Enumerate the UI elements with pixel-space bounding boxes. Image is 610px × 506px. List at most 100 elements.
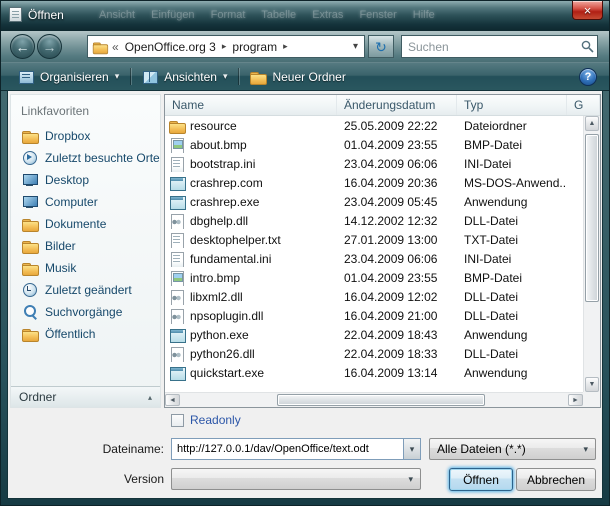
new-folder-button[interactable]: Neuer Ordner (241, 65, 354, 88)
filename-dropdown-button[interactable]: ▾ (403, 439, 420, 459)
horizontal-scrollbar[interactable]: ◄ ► (165, 392, 583, 407)
breadcrumb-arrow-icon[interactable]: ▸ (222, 41, 227, 52)
sidebar-item[interactable]: Dropbox (11, 125, 160, 147)
vertical-scroll-thumb[interactable] (585, 134, 599, 302)
vertical-scrollbar[interactable]: ▲ ▼ (583, 116, 600, 392)
sidebar-item[interactable]: Bilder (11, 235, 160, 257)
file-type: DLL-Datei (457, 347, 567, 361)
scroll-down-button[interactable]: ▼ (585, 377, 599, 392)
file-row[interactable]: intro.bmp 01.04.2009 23:55 BMP-Datei (165, 268, 583, 287)
file-date: 16.04.2009 21:00 (337, 309, 457, 323)
scroll-up-button[interactable]: ▲ (585, 116, 599, 131)
readonly-checkbox[interactable] (171, 414, 184, 427)
filename-input[interactable] (171, 438, 421, 460)
desktop-icon (22, 172, 38, 188)
scroll-right-button[interactable]: ► (568, 394, 583, 406)
file-row[interactable]: desktophelper.txt 27.01.2009 13:00 TXT-D… (165, 230, 583, 249)
address-dropdown-icon[interactable]: ▾ (351, 41, 360, 52)
file-name: quickstart.exe (190, 366, 264, 380)
scroll-down-icon: ▼ (589, 381, 596, 388)
sidebar-item-label: Desktop (45, 173, 89, 187)
dialog-client-area: Linkfavoriten Dropbox Zuletzt besuchte O… (8, 91, 602, 498)
folders-expander[interactable]: Ordner ▴ (11, 386, 160, 407)
ini-icon (169, 156, 185, 172)
file-date: 14.12.2002 12:32 (337, 214, 457, 228)
refresh-button[interactable]: ↻ (368, 35, 394, 58)
file-name: intro.bmp (190, 271, 240, 285)
views-icon (142, 69, 158, 85)
filetype-value: Alle Dateien (*.*) (437, 442, 526, 456)
file-type: Anwendung (457, 195, 567, 209)
version-select[interactable]: ▾ (171, 468, 421, 490)
sidebar-item-label: Zuletzt besuchte Orte (45, 151, 160, 165)
close-button[interactable]: × (572, 1, 603, 20)
file-row[interactable]: npsoplugin.dll 16.04.2009 21:00 DLL-Date… (165, 306, 583, 325)
sidebar-item[interactable]: Dokumente (11, 213, 160, 235)
file-row[interactable]: resource 25.05.2009 22:22 Dateiordner (165, 116, 583, 135)
breadcrumb-item[interactable]: OpenOffice.org 3 (123, 40, 218, 54)
sidebar-item[interactable]: Suchvorgänge (11, 301, 160, 323)
dropdown-icon: ▾ (115, 71, 120, 82)
scroll-left-button[interactable]: ◄ (165, 394, 180, 406)
file-row[interactable]: quickstart.exe 16.04.2009 13:14 Anwendun… (165, 363, 583, 382)
help-button[interactable]: ? (579, 68, 597, 86)
sidebar-item[interactable]: Musik (11, 257, 160, 279)
app-icon (169, 194, 185, 210)
breadcrumb-item[interactable]: program (230, 40, 279, 54)
chevron-double-icon[interactable]: « (112, 40, 119, 54)
navigation-bar: ← → « OpenOffice.org 3 ▸ program ▸ ▾ ↻ (1, 31, 609, 62)
sidebar-item[interactable]: Zuletzt besuchte Orte (11, 147, 160, 169)
column-header-date[interactable]: Änderungsdatum (337, 95, 457, 115)
folder-icon (22, 216, 38, 232)
file-date: 16.04.2009 20:36 (337, 176, 457, 190)
views-button[interactable]: Ansichten ▾ (133, 65, 236, 88)
file-row[interactable]: dbghelp.dll 14.12.2002 12:32 DLL-Datei (165, 211, 583, 230)
clock-icon (22, 282, 38, 298)
file-name: python26.dll (190, 347, 255, 361)
file-date: 23.04.2009 05:45 (337, 195, 457, 209)
sidebar-item[interactable]: Zuletzt geändert (11, 279, 160, 301)
dropdown-icon: ▾ (408, 474, 413, 485)
search-input[interactable] (402, 37, 577, 56)
titlebar[interactable]: Ansicht Einfügen Format Tabelle Extras F… (1, 1, 609, 31)
command-toolbar: Organisieren ▾ Ansichten ▾ Neuer Ordner … (1, 62, 609, 91)
folder-icon (22, 260, 38, 276)
sidebar-item[interactable]: Öffentlich (11, 323, 160, 345)
column-header-size[interactable]: G (567, 95, 600, 115)
organize-label: Organisieren (40, 70, 109, 84)
filename-row: Dateiname: ▾ Alle Dateien (*.*) ▾ (8, 437, 596, 461)
breadcrumb-arrow-icon[interactable]: ▸ (283, 41, 288, 52)
column-header-name[interactable]: Name (165, 95, 337, 115)
file-type: INI-Datei (457, 252, 567, 266)
file-row[interactable]: python26.dll 22.04.2009 18:33 DLL-Datei (165, 344, 583, 363)
version-row: Version ▾ Öffnen Abbrechen (8, 467, 596, 491)
dll-icon (169, 308, 185, 324)
file-rows: resource 25.05.2009 22:22 Dateiordner ab… (165, 116, 583, 382)
sidebar-item[interactable]: Computer (11, 191, 160, 213)
sidebar-item-label: Bilder (45, 239, 76, 253)
filetype-select[interactable]: Alle Dateien (*.*) ▾ (429, 438, 596, 460)
open-button[interactable]: Öffnen (449, 468, 513, 491)
sidebar-item-label: Suchvorgänge (45, 305, 122, 319)
file-row[interactable]: python.exe 22.04.2009 18:43 Anwendung (165, 325, 583, 344)
file-row[interactable]: fundamental.ini 23.04.2009 06:06 INI-Dat… (165, 249, 583, 268)
background-menu-text: Ansicht Einfügen Format Tabelle Extras F… (99, 9, 435, 21)
organize-button[interactable]: Organisieren ▾ (9, 65, 128, 88)
file-name: fundamental.ini (190, 252, 271, 266)
search-icon[interactable] (577, 40, 597, 53)
readonly-label[interactable]: Readonly (190, 413, 241, 427)
back-button[interactable]: ← (10, 34, 35, 59)
address-breadcrumb[interactable]: « OpenOffice.org 3 ▸ program ▸ ▾ (87, 35, 365, 58)
file-row[interactable]: crashrep.com 16.04.2009 20:36 MS-DOS-Anw… (165, 173, 583, 192)
file-row[interactable]: libxml2.dll 16.04.2009 12:02 DLL-Datei (165, 287, 583, 306)
cancel-button[interactable]: Abbrechen (516, 468, 596, 491)
file-type: MS-DOS-Anwend... (457, 176, 567, 190)
file-row[interactable]: crashrep.exe 23.04.2009 05:45 Anwendung (165, 192, 583, 211)
forward-button[interactable]: → (37, 34, 62, 59)
column-header-type[interactable]: Typ (457, 95, 567, 115)
sidebar-item[interactable]: Desktop (11, 169, 160, 191)
horizontal-scroll-thumb[interactable] (277, 394, 485, 406)
file-row[interactable]: bootstrap.ini 23.04.2009 06:06 INI-Datei (165, 154, 583, 173)
folder-icon (22, 326, 38, 342)
file-row[interactable]: about.bmp 01.04.2009 23:55 BMP-Datei (165, 135, 583, 154)
